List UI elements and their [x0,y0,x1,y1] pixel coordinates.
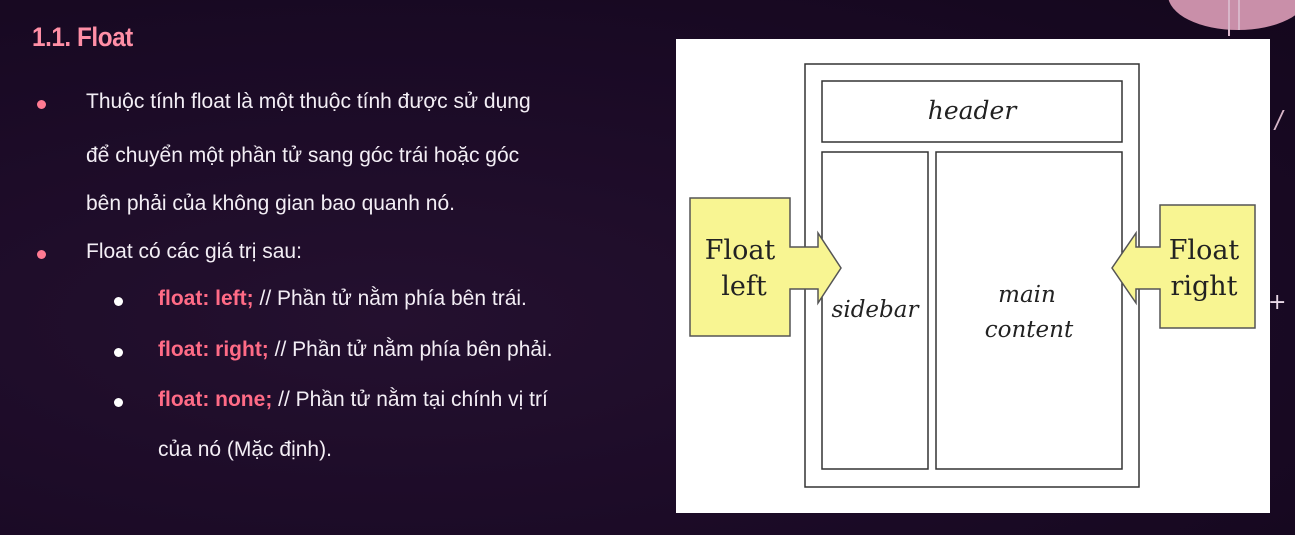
sub-bullet-text: // Phần tử nằm phía bên phải. [268,338,553,361]
sub-bullet-float-left: float: left; // Phần tử nằm phía bên trá… [158,287,527,311]
bullet-2-line-1: Float có các giá trị sau: [86,240,302,263]
sub-bullet-float-none: float: none; // Phần tử nằm tại chính vị… [158,388,548,412]
sub-bullet-text: // Phần tử nằm tại chính vị trí [272,388,548,411]
decorative-line [1228,0,1230,36]
float-left-label-line1: Float [705,235,776,266]
sub-bullet-dot [114,348,123,357]
keyword-float-right: float: right; [158,338,269,361]
float-left-arrow-icon [689,197,842,337]
main-label-line2: content [985,317,1074,343]
sidebar-label: sidebar [832,297,921,323]
sub-bullet-dot [114,398,123,407]
float-left-label-line2: left [721,271,767,302]
decorative-blob [1168,0,1295,30]
bullet-1-line-2: để chuyển một phần tử sang góc trái hoặc… [86,144,520,167]
float-right-label-line2: right [1170,271,1237,302]
float-right-arrow-icon [1111,204,1256,329]
sub-bullet-text: // Phần tử nằm phía bên trái. [253,287,527,310]
slide-title: 1.1. Float [32,22,133,52]
decorative-plus-icon: + [1268,290,1287,315]
main-label-line1: main [998,282,1056,308]
header-label: header [928,96,1019,125]
float-layout-diagram: header sidebar main content Float left F… [676,39,1270,513]
page-box [804,63,1140,488]
sub-bullet-float-none-cont: của nó (Mặc định). [158,438,332,461]
keyword-float-none: float: none; [158,388,273,411]
bullet-1-line-3: bên phải của không gian bao quanh nó. [86,192,455,215]
bullet-1-line-1: Thuộc tính float là một thuộc tính được … [86,90,531,113]
diagram-svg: header sidebar main content Float left F… [689,63,1256,488]
sub-bullet-dot [114,297,123,306]
bullet-dot [37,100,46,109]
decorative-line [1238,0,1240,30]
sub-bullet-float-right: float: right; // Phần tử nằm phía bên ph… [158,338,553,362]
main-content-box [935,151,1123,470]
bullet-dot [37,250,46,259]
float-right-label-line1: Float [1169,235,1240,266]
keyword-float-left: float: left; [158,287,254,310]
